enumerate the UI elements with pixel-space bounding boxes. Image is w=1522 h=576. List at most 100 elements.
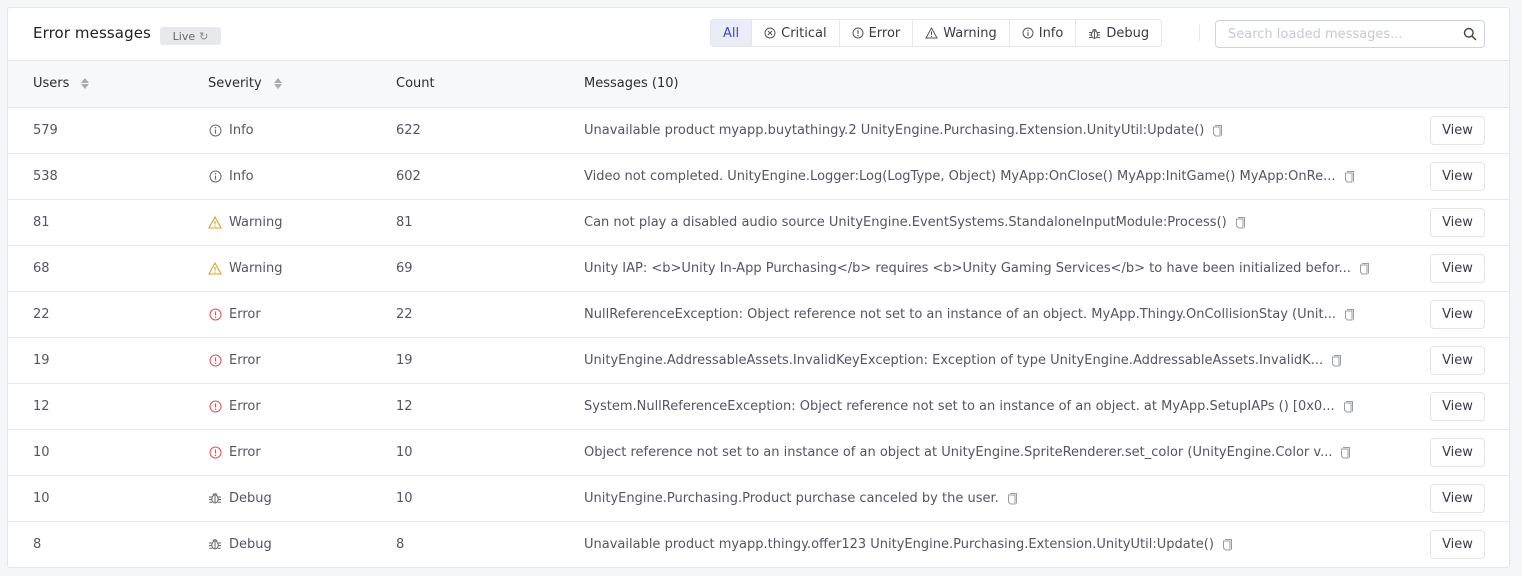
message-cell: System.NullReferenceException: Object re… [584,383,1424,429]
column-label: Messages (10) [584,76,679,92]
divider [1199,25,1200,41]
filter-label: Info [1038,25,1064,41]
view-button[interactable]: View [1430,437,1485,467]
table-row: 579 Info 622 Unavailable product myapp.b… [8,107,1509,153]
sort-icon[interactable] [81,78,90,90]
filter-error[interactable]: Error [838,20,913,46]
severity-label: Error [229,444,261,460]
filter-info[interactable]: Info [1008,20,1076,46]
count-value: 12 [396,398,413,414]
severity-label: Info [229,168,254,184]
column-header-count: Count [396,61,584,108]
table-row: 22 Error 22 NullReferenceException: Obje… [8,291,1509,337]
sort-icon[interactable] [273,78,282,90]
copy-icon[interactable] [1343,400,1354,413]
severity-cell: Error [208,383,396,429]
live-badge[interactable]: Live ↻ [160,27,221,45]
copy-icon[interactable] [1359,262,1370,275]
warning-triangle-icon [925,27,939,39]
view-button[interactable]: View [1430,253,1485,283]
filter-label: Debug [1106,25,1150,41]
users-value: 22 [33,306,50,322]
severity-cell: Info [208,153,396,199]
table-row: 68 Warning 69 Unity IAP: <b>Unity In-App… [8,245,1509,291]
count-cell: 81 [396,199,584,245]
count-value: 22 [396,306,413,322]
copy-icon[interactable] [1212,124,1223,137]
message-text: Unavailable product myapp.buytathingy.2 … [584,122,1205,138]
column-label: Severity [208,76,262,92]
count-value: 19 [396,352,413,368]
severity-filter-group: All Critical Error Warning Info Debug [710,19,1163,47]
action-cell: View [1424,153,1509,199]
alert-circle-icon [208,353,222,367]
message-cell: Unity IAP: <b>Unity In-App Purchasing</b… [584,245,1424,291]
users-cell: 81 [8,199,208,245]
severity-cell: Debug [208,521,396,567]
table-row: 81 Warning 81 Can not play a disabled au… [8,199,1509,245]
live-label: Live [172,29,196,43]
action-cell: View [1424,383,1509,429]
filter-label: Error [868,25,901,41]
count-cell: 602 [396,153,584,199]
view-button[interactable]: View [1430,391,1485,421]
column-header-users[interactable]: Users [8,61,208,108]
severity-cell: Warning [208,199,396,245]
table-row: 10 Debug 10 UnityEngine.Purchasing.Produ… [8,475,1509,521]
search-icon[interactable] [1456,27,1484,41]
messages-table: Users Severity Count Messages (10) 579 I… [8,61,1509,567]
copy-icon[interactable] [1222,538,1233,551]
severity-label: Warning [229,214,283,230]
column-label: Users [33,76,70,92]
users-value: 81 [33,214,50,230]
users-cell: 22 [8,291,208,337]
count-cell: 19 [396,337,584,383]
users-cell: 10 [8,429,208,475]
count-value: 81 [396,214,413,230]
users-value: 12 [33,398,50,414]
message-cell: Unavailable product myapp.thingy.offer12… [584,521,1424,567]
view-button[interactable]: View [1430,207,1485,237]
view-button[interactable]: View [1430,115,1485,145]
users-cell: 538 [8,153,208,199]
count-value: 8 [396,536,405,552]
copy-icon[interactable] [1344,170,1355,183]
copy-icon[interactable] [1007,492,1018,505]
message-cell: UnityEngine.AddressableAssets.InvalidKey… [584,337,1424,383]
view-button[interactable]: View [1430,483,1485,513]
alert-circle-icon [208,445,222,459]
users-cell: 8 [8,521,208,567]
panel-title: Error messages [33,24,151,42]
search-box [1215,20,1485,48]
action-cell: View [1424,429,1509,475]
copy-icon[interactable] [1235,216,1246,229]
view-button[interactable]: View [1430,161,1485,191]
info-circle-icon [208,169,222,183]
filter-warning[interactable]: Warning [912,20,1009,46]
copy-icon[interactable] [1344,308,1355,321]
view-button[interactable]: View [1430,345,1485,375]
copy-icon[interactable] [1331,354,1342,367]
users-value: 8 [33,536,42,552]
severity-cell: Info [208,107,396,153]
column-header-severity[interactable]: Severity [208,61,396,108]
view-button[interactable]: View [1430,299,1485,329]
users-value: 579 [33,122,58,138]
search-input[interactable] [1216,21,1456,47]
severity-label: Info [229,122,254,138]
users-value: 68 [33,260,50,276]
message-text: Video not completed. UnityEngine.Logger:… [584,168,1336,184]
warning-triangle-icon [208,215,222,229]
count-value: 10 [396,444,413,460]
count-cell: 622 [396,107,584,153]
filter-debug[interactable]: Debug [1075,20,1162,46]
copy-icon[interactable] [1340,446,1351,459]
users-value: 538 [33,168,58,184]
bug-icon [1088,27,1101,40]
filter-all[interactable]: All [711,20,752,46]
users-value: 10 [33,444,50,460]
count-cell: 22 [396,291,584,337]
filter-critical[interactable]: Critical [751,20,839,46]
error-messages-panel: Error messages Live ↻ All Critical Error [7,7,1510,568]
view-button[interactable]: View [1430,529,1485,559]
